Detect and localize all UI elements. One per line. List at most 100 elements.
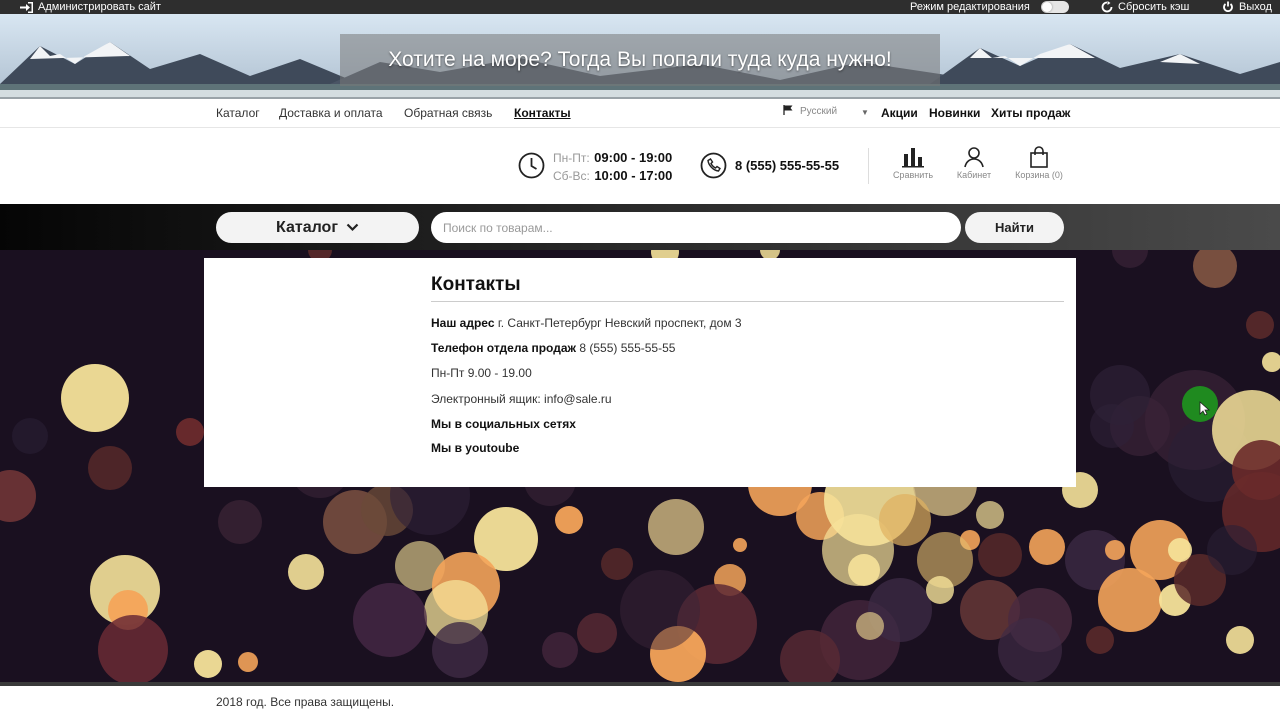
bokeh-circle — [98, 615, 168, 682]
header-phone-link[interactable]: 8 (555) 555-55-55 — [735, 158, 839, 173]
shopping-bag-icon — [1009, 146, 1069, 168]
bokeh-circle — [61, 364, 129, 432]
youtube-heading: Мы в youtoube — [431, 441, 520, 455]
bokeh-circle — [648, 499, 704, 555]
sales-phone-line: Телефон отдела продаж 8 (555) 555-55-55 — [431, 341, 675, 355]
bokeh-circle — [620, 570, 700, 650]
nav-link-bestsellers[interactable]: Хиты продаж — [991, 106, 1070, 120]
weekday-hours: Пн-Пт: 09:00 - 19:00 — [553, 149, 672, 167]
clock-icon — [518, 152, 545, 184]
bokeh-circle — [1246, 311, 1274, 339]
bokeh-circle — [998, 618, 1062, 682]
logout-button[interactable]: Выход — [1222, 0, 1272, 14]
cart-button[interactable]: Корзина (0) — [1009, 146, 1069, 180]
bokeh-circle — [601, 548, 633, 580]
phone-icon — [700, 152, 727, 184]
header-divider — [868, 148, 869, 184]
banner: Хотите на море? Тогда Вы попали туда куд… — [0, 14, 1280, 98]
logout-label: Выход — [1239, 1, 1272, 13]
nav-link-contacts[interactable]: Контакты — [514, 106, 571, 120]
reset-cache-label: Сбросить кэш — [1118, 1, 1190, 13]
bokeh-circle — [1086, 626, 1114, 654]
toggle-switch[interactable] — [1040, 1, 1069, 13]
bokeh-circle — [1262, 352, 1280, 372]
bokeh-circle — [1168, 538, 1192, 562]
bokeh-circle — [1105, 540, 1125, 560]
reset-cache-button[interactable]: Сбросить кэш — [1101, 0, 1189, 14]
bokeh-circle — [1226, 626, 1254, 654]
weekend-time: 10:00 - 17:00 — [594, 168, 673, 183]
chevron-down-icon — [346, 219, 359, 237]
nav-link-feedback[interactable]: Обратная связь — [404, 106, 492, 120]
sales-phone-value: 8 (555) 555-55-55 — [576, 341, 676, 355]
social-networks-heading: Мы в социальных сетях — [431, 417, 576, 431]
site-header: Пн-Пт: 09:00 - 19:00 Сб-Вс: 10:00 - 17:0… — [0, 128, 1280, 204]
bokeh-circle — [288, 554, 324, 590]
weekend-label: Сб-Вс: — [553, 169, 590, 183]
bokeh-circle — [12, 418, 48, 454]
bokeh-circle — [555, 506, 583, 534]
edit-mode-label: Режим редактирования — [910, 1, 1030, 13]
bokeh-circle — [733, 538, 747, 552]
language-selector[interactable]: Русский — [783, 105, 837, 118]
title-divider — [431, 301, 1064, 302]
address-label: Наш адрес — [431, 316, 495, 330]
edit-mode-toggle[interactable]: Режим редактирования — [910, 0, 1069, 14]
nav-link-delivery[interactable]: Доставка и оплата — [279, 106, 383, 120]
compare-button[interactable]: Сравнить — [883, 146, 943, 180]
bokeh-circle — [1029, 529, 1065, 565]
bokeh-circle — [978, 533, 1022, 577]
search-button[interactable]: Найти — [965, 212, 1064, 243]
email-line: Электронный ящик: info@sale.ru — [431, 392, 612, 406]
bokeh-circle — [88, 446, 132, 490]
admin-site-link[interactable]: Администрировать сайт — [20, 0, 161, 14]
search-bar: Каталог Найти — [0, 204, 1280, 250]
weekday-label: Пн-Пт: — [553, 151, 590, 165]
refresh-icon — [1101, 1, 1113, 13]
nav-link-new-items[interactable]: Новинки — [929, 106, 980, 120]
address-value: г. Санкт-Петербург Невский проспект, дом… — [494, 316, 742, 330]
bokeh-circle — [1193, 250, 1237, 288]
cabinet-label: Кабинет — [956, 170, 992, 180]
bar-chart-icon — [883, 146, 943, 168]
sales-phone-label: Телефон отдела продаж — [431, 341, 577, 355]
bokeh-circle — [194, 650, 222, 678]
contacts-panel: Контакты Наш адрес г. Санкт-Петербург Не… — [204, 258, 1076, 487]
compare-label: Сравнить — [892, 170, 934, 180]
bokeh-circle — [238, 652, 258, 672]
language-label: Русский — [800, 106, 838, 117]
search-input[interactable] — [431, 212, 961, 243]
power-icon — [1222, 1, 1234, 13]
login-icon — [20, 1, 33, 13]
bokeh-circle — [976, 501, 1004, 529]
bokeh-circle — [1112, 250, 1148, 268]
admin-site-label: Администрировать сайт — [38, 1, 161, 13]
bokeh-circle — [879, 494, 931, 546]
bokeh-circle — [856, 612, 884, 640]
nav-link-promotions[interactable]: Акции — [881, 106, 918, 120]
cursor-highlight — [1182, 386, 1218, 422]
cabinet-button[interactable]: Кабинет — [944, 146, 1004, 180]
site-footer: 2018 год. Все права защищены. — [0, 686, 1280, 720]
bokeh-circle — [176, 418, 204, 446]
admin-bar: Администрировать сайт Режим редактирован… — [0, 0, 1280, 14]
cursor-icon — [1199, 401, 1211, 416]
bokeh-circle — [218, 500, 262, 544]
catalog-dropdown-button[interactable]: Каталог — [216, 212, 419, 243]
bokeh-circle — [0, 470, 36, 522]
flag-icon — [783, 105, 794, 118]
weekday-time: 09:00 - 19:00 — [594, 150, 673, 165]
banner-title: Хотите на море? Тогда Вы попали туда куд… — [388, 48, 892, 71]
bokeh-circle — [926, 576, 954, 604]
banner-caption: Хотите на море? Тогда Вы попали туда куд… — [340, 34, 940, 86]
top-navigation: Каталог Доставка и оплата Обратная связь… — [0, 99, 1280, 128]
bokeh-circle — [1090, 365, 1150, 425]
bokeh-circle — [1207, 525, 1257, 575]
nav-link-catalog[interactable]: Каталог — [216, 106, 260, 120]
address-line: Наш адрес г. Санкт-Петербург Невский про… — [431, 316, 742, 330]
chevron-down-icon: ▼ — [861, 108, 869, 117]
working-hours: Пн-Пт 9.00 - 19.00 — [431, 366, 532, 380]
bokeh-circle — [353, 583, 427, 657]
catalog-button-label: Каталог — [276, 218, 338, 236]
bokeh-circle — [542, 632, 578, 668]
